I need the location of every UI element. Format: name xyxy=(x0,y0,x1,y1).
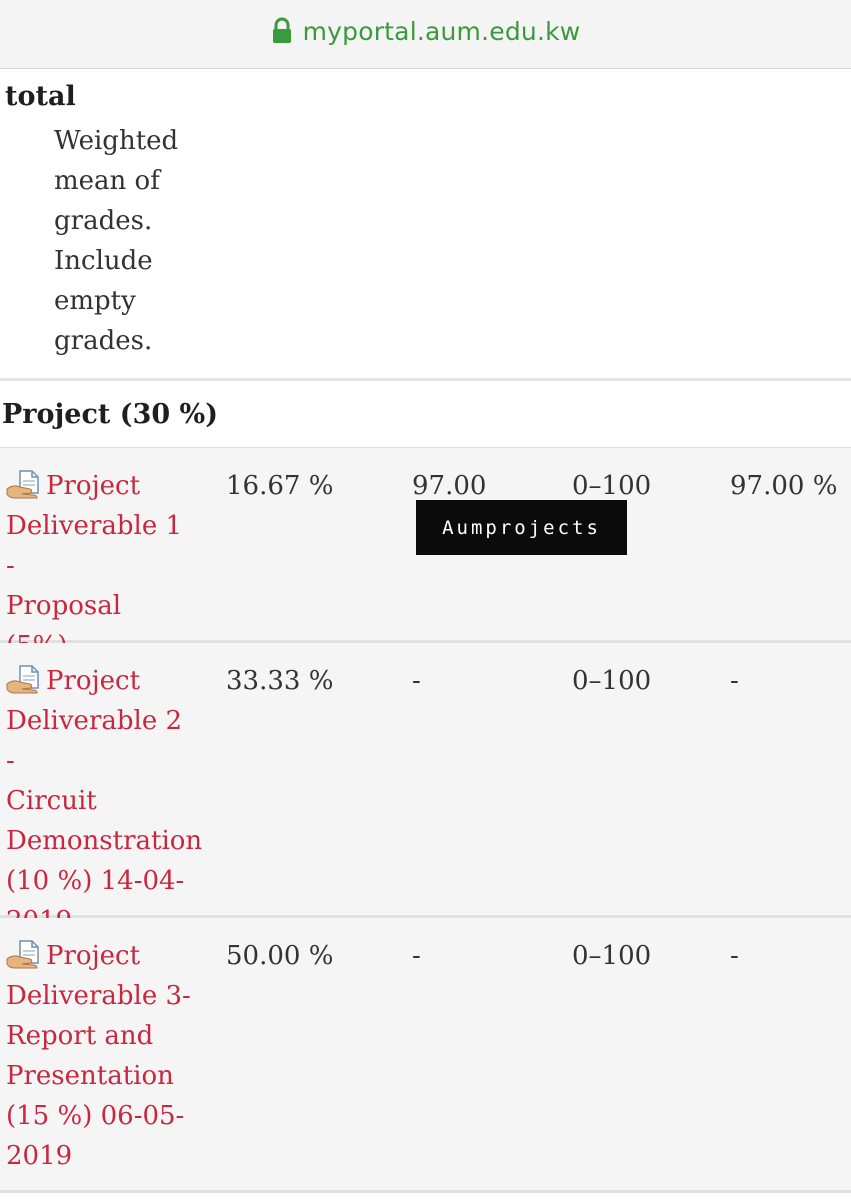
course-total-row: total Weighted mean of grades. Include e… xyxy=(0,69,851,381)
grade-item-title-line: Project xyxy=(46,666,141,696)
grade-item-title-line: Project xyxy=(46,471,141,501)
grade-item-title-line: (15 %) 06-05- xyxy=(6,1101,185,1131)
assignment-icon xyxy=(6,940,39,969)
category-title: Project (30 %) xyxy=(2,399,218,430)
percentage-cell: - xyxy=(730,941,739,971)
description-line: grades. xyxy=(54,206,153,236)
assignment-icon xyxy=(6,665,39,694)
category-row: Project (30 %) xyxy=(0,381,851,448)
weight-cell: 33.33 % xyxy=(226,666,334,696)
grade-item-name-cell: Project Deliverable 2 - Circuit Demonstr… xyxy=(6,661,202,941)
grade-item-title-line: Demonstration xyxy=(6,826,203,856)
grade-item-title-line: Deliverable 1 - xyxy=(6,511,183,581)
description-line: mean of xyxy=(54,166,160,196)
lock-icon xyxy=(272,17,291,43)
assignment-icon xyxy=(6,470,39,499)
url-display[interactable]: myportal.aum.edu.kw xyxy=(271,17,581,46)
grade-item-title-line: (10 %) 14-04- xyxy=(6,866,185,896)
grade-item-row: Project Deliverable 3- Report and Presen… xyxy=(0,918,851,1193)
grade-item-link[interactable]: Project Deliverable 2 - Circuit Demonstr… xyxy=(6,665,203,936)
grade-item-title-line: Project xyxy=(46,941,141,971)
description-line: empty xyxy=(54,286,136,316)
grade-item-title-line: Deliverable 3- xyxy=(6,981,191,1011)
range-cell: 0–100 xyxy=(572,666,652,696)
grade-report-table: total Weighted mean of grades. Include e… xyxy=(0,69,851,1193)
grade-item-title-line: 2019 xyxy=(6,1141,73,1171)
description-line: grades. xyxy=(54,326,153,356)
grade-cell: - xyxy=(412,666,421,696)
weight-cell: 50.00 % xyxy=(226,941,334,971)
description-line: Include xyxy=(54,246,153,276)
grade-item-title-line: Report and xyxy=(6,1021,154,1051)
aggregation-description: Weighted mean of grades. Include empty g… xyxy=(54,121,178,361)
percentage-cell: - xyxy=(730,666,739,696)
percentage-cell: 97.00 % xyxy=(730,471,838,501)
course-total-label: total xyxy=(5,81,76,112)
grade-item-title-line: Deliverable 2 - xyxy=(6,706,183,776)
grade-item-title-line: Presentation xyxy=(6,1061,174,1091)
grade-cell: - xyxy=(412,941,421,971)
grade-item-title-line: Circuit xyxy=(6,786,97,816)
grade-item-link[interactable]: Project Deliverable 3- Report and Presen… xyxy=(6,940,191,1171)
grade-item-name-cell: Project Deliverable 3- Report and Presen… xyxy=(6,936,198,1176)
browser-url-bar[interactable]: myportal.aum.edu.kw xyxy=(0,0,851,69)
description-line: Weighted xyxy=(54,126,179,156)
grade-item-row: Project Deliverable 2 - Circuit Demonstr… xyxy=(0,643,851,936)
watermark-label: Aumprojects xyxy=(416,500,627,555)
range-cell: 0–100 xyxy=(572,941,652,971)
url-text: myportal.aum.edu.kw xyxy=(302,16,581,46)
weight-cell: 16.67 % xyxy=(226,471,334,501)
